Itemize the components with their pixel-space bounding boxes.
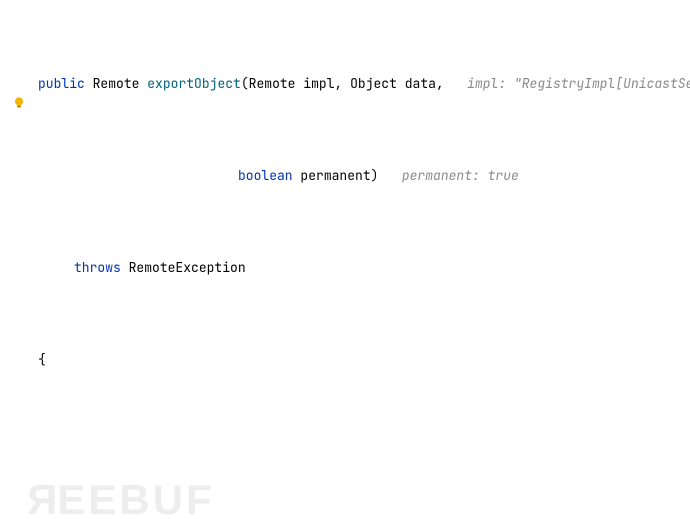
gutter (0, 0, 10, 519)
type: Object (350, 75, 397, 92)
keyword: public (38, 75, 85, 92)
keyword: boolean (238, 167, 293, 184)
param: permanent (300, 167, 370, 184)
inlay-hint: permanent: true (402, 167, 519, 184)
method-name: exportObject (147, 75, 241, 92)
brace: { (38, 351, 46, 368)
code-line[interactable]: boolean permanent) permanent: true (10, 164, 690, 187)
param: data (405, 75, 436, 92)
param: impl (303, 75, 334, 92)
type: Remote (93, 75, 140, 92)
code-line[interactable]: public Remote exportObject(Remote impl, … (10, 72, 690, 95)
code-line[interactable]: { (10, 348, 690, 371)
code-line[interactable] (10, 440, 690, 463)
keyword: throws (74, 259, 121, 276)
code-editor[interactable]: public Remote exportObject(Remote impl, … (0, 0, 690, 519)
inlay-hint: impl: "RegistryImpl[UnicastSer (467, 75, 690, 92)
type: RemoteException (129, 259, 246, 276)
type: Remote (249, 75, 296, 92)
intention-bulb-icon[interactable] (12, 96, 26, 110)
code-line[interactable]: throws RemoteException (10, 256, 690, 279)
